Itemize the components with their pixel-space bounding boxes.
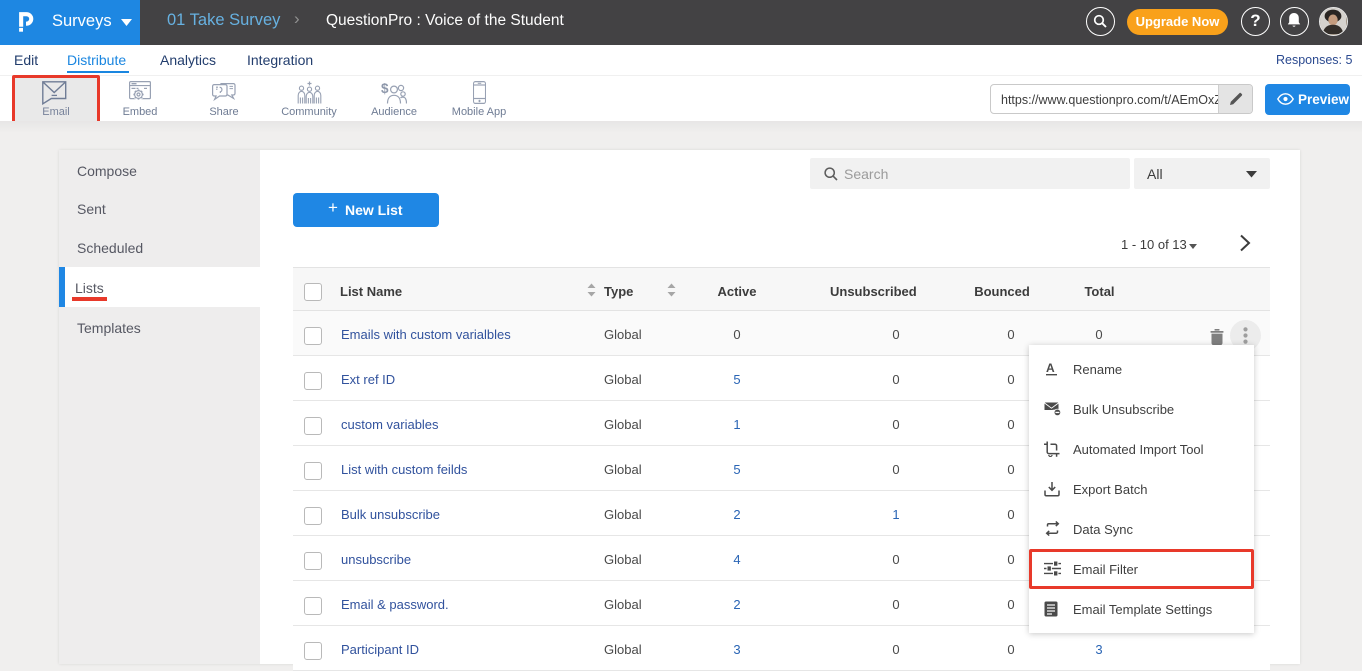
svg-text:$: $ bbox=[381, 81, 389, 96]
svg-text:A: A bbox=[1046, 361, 1055, 375]
